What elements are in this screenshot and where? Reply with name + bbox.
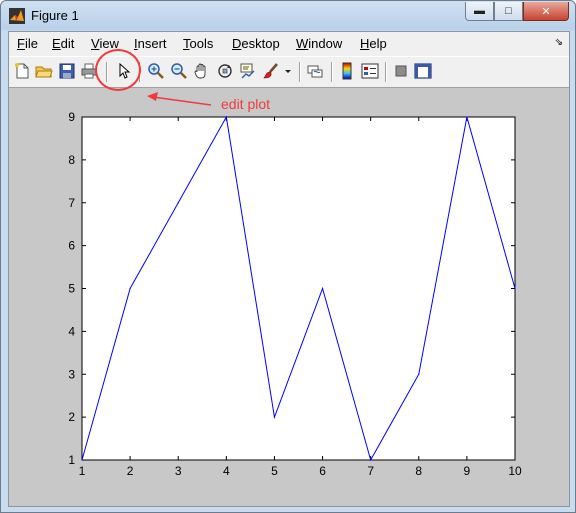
x-tick-label: 9 bbox=[464, 464, 471, 478]
y-tick-label: 8 bbox=[68, 153, 75, 167]
x-tick-label: 8 bbox=[415, 464, 422, 478]
x-tick-label: 1 bbox=[79, 464, 86, 478]
x-tick-label: 4 bbox=[223, 464, 230, 478]
y-tick-label: 5 bbox=[68, 282, 75, 296]
annotation-arrow bbox=[147, 92, 212, 106]
x-tick-label: 10 bbox=[508, 464, 522, 478]
plot-canvas: 1 2 3 4 5 6 7 8 9 10 1 2 3 4 5 6 7 8 9 bbox=[68, 92, 522, 478]
x-tick-label: 6 bbox=[319, 464, 326, 478]
data-point bbox=[177, 202, 179, 204]
y-tick-label: 3 bbox=[68, 367, 75, 381]
x-tick-label: 2 bbox=[127, 464, 134, 478]
data-point bbox=[370, 459, 372, 461]
data-point bbox=[273, 416, 276, 418]
data-point bbox=[225, 116, 227, 118]
y-tick-label: 1 bbox=[68, 453, 75, 467]
data-point bbox=[321, 287, 324, 290]
y-tick-label: 4 bbox=[68, 324, 75, 338]
y-tick-label: 9 bbox=[68, 110, 75, 124]
x-tick-label: 7 bbox=[367, 464, 374, 478]
data-point bbox=[129, 287, 131, 290]
data-point bbox=[514, 287, 516, 290]
y-tick-label: 2 bbox=[68, 410, 75, 424]
x-tick-label: 5 bbox=[271, 464, 278, 478]
data-point bbox=[81, 459, 83, 461]
x-tick-label: 3 bbox=[175, 464, 182, 478]
data-point bbox=[418, 373, 420, 375]
axes-box[interactable] bbox=[81, 116, 516, 461]
y-tick-label: 7 bbox=[68, 196, 75, 210]
data-point bbox=[466, 116, 468, 118]
figure-window: Figure 1 ▬ □ ✕ File Edit View Insert Too… bbox=[0, 0, 576, 513]
y-tick-label: 6 bbox=[68, 239, 75, 253]
